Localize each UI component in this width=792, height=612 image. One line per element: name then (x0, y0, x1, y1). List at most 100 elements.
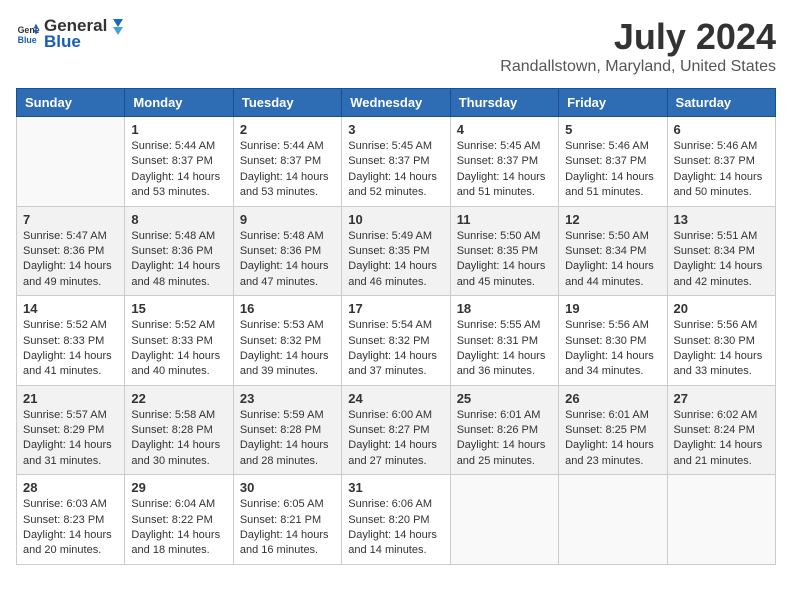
calendar-day-cell: 23 Sunrise: 5:59 AM Sunset: 8:28 PM Dayli… (233, 385, 341, 475)
calendar-day-cell: 25 Sunrise: 6:01 AM Sunset: 8:26 PM Dayli… (450, 385, 558, 475)
logo-triangle-icon (109, 17, 127, 35)
day-info: Sunrise: 5:48 AM Sunset: 8:36 PM Dayligh… (240, 229, 335, 291)
weekday-header-sunday: Sunday (17, 89, 125, 117)
calendar-day-cell: 9 Sunrise: 5:48 AM Sunset: 8:36 PM Daylig… (233, 206, 341, 296)
day-number: 27 (674, 391, 769, 406)
calendar-day-cell: 1 Sunrise: 5:44 AM Sunset: 8:37 PM Daylig… (125, 117, 233, 207)
day-info: Sunrise: 5:49 AM Sunset: 8:35 PM Dayligh… (348, 229, 443, 291)
header: General Blue General Blue July 2024 Rand… (16, 16, 776, 76)
day-number: 5 (565, 122, 660, 137)
day-info: Sunrise: 5:58 AM Sunset: 8:28 PM Dayligh… (131, 408, 226, 470)
calendar-day-cell: 22 Sunrise: 5:58 AM Sunset: 8:28 PM Dayli… (125, 385, 233, 475)
day-info: Sunrise: 6:01 AM Sunset: 8:26 PM Dayligh… (457, 408, 552, 470)
title-area: July 2024 Randallstown, Maryland, United… (500, 16, 776, 76)
day-info: Sunrise: 5:57 AM Sunset: 8:29 PM Dayligh… (23, 408, 118, 470)
calendar-day-cell: 6 Sunrise: 5:46 AM Sunset: 8:37 PM Daylig… (667, 117, 775, 207)
day-info: Sunrise: 5:45 AM Sunset: 8:37 PM Dayligh… (348, 139, 443, 201)
calendar-day-cell: 17Sunrise: 5:54 AM Sunset: 8:32 PM Dayli… (342, 296, 450, 386)
calendar-day-cell: 3 Sunrise: 5:45 AM Sunset: 8:37 PM Daylig… (342, 117, 450, 207)
day-info: Sunrise: 5:56 AM Sunset: 8:30 PM Dayligh… (565, 318, 660, 380)
calendar-week-row: 7 Sunrise: 5:47 AM Sunset: 8:36 PM Daylig… (17, 206, 776, 296)
day-number: 1 (131, 122, 226, 137)
day-info: Sunrise: 5:54 AM Sunset: 8:32 PM Dayligh… (348, 318, 443, 380)
calendar-day-cell: 15 Sunrise: 5:52 AM Sunset: 8:33 PM Dayli… (125, 296, 233, 386)
day-info: Sunrise: 5:56 AM Sunset: 8:30 PM Dayligh… (674, 318, 769, 380)
day-info: Sunrise: 5:47 AM Sunset: 8:36 PM Dayligh… (23, 229, 118, 291)
weekday-header-friday: Friday (559, 89, 667, 117)
calendar-day-cell: 2Sunrise: 5:44 AM Sunset: 8:37 PM Daylig… (233, 117, 341, 207)
day-number: 6 (674, 122, 769, 137)
day-number: 11 (457, 212, 552, 227)
day-number: 29 (131, 480, 226, 495)
day-number: 26 (565, 391, 660, 406)
location-subtitle: Randallstown, Maryland, United States (500, 58, 776, 76)
calendar-day-cell (17, 117, 125, 207)
day-info: Sunrise: 5:45 AM Sunset: 8:37 PM Dayligh… (457, 139, 552, 201)
calendar-day-cell: 30Sunrise: 6:05 AM Sunset: 8:21 PM Dayli… (233, 475, 341, 565)
day-info: Sunrise: 5:51 AM Sunset: 8:34 PM Dayligh… (674, 229, 769, 291)
weekday-header-saturday: Saturday (667, 89, 775, 117)
day-info: Sunrise: 5:53 AM Sunset: 8:32 PM Dayligh… (240, 318, 335, 380)
day-info: Sunrise: 5:48 AM Sunset: 8:36 PM Dayligh… (131, 229, 226, 291)
day-info: Sunrise: 5:55 AM Sunset: 8:31 PM Dayligh… (457, 318, 552, 380)
calendar-day-cell: 31Sunrise: 6:06 AM Sunset: 8:20 PM Dayli… (342, 475, 450, 565)
calendar-day-cell: 27Sunrise: 6:02 AM Sunset: 8:24 PM Dayli… (667, 385, 775, 475)
day-info: Sunrise: 5:50 AM Sunset: 8:35 PM Dayligh… (457, 229, 552, 291)
day-info: Sunrise: 6:01 AM Sunset: 8:25 PM Dayligh… (565, 408, 660, 470)
day-number: 19 (565, 301, 660, 316)
calendar-week-row: 14Sunrise: 5:52 AM Sunset: 8:33 PM Dayli… (17, 296, 776, 386)
calendar-week-row: 1 Sunrise: 5:44 AM Sunset: 8:37 PM Daylig… (17, 117, 776, 207)
day-number: 25 (457, 391, 552, 406)
calendar-day-cell: 11 Sunrise: 5:50 AM Sunset: 8:35 PM Dayli… (450, 206, 558, 296)
day-number: 12 (565, 212, 660, 227)
day-number: 22 (131, 391, 226, 406)
calendar-day-cell: 20Sunrise: 5:56 AM Sunset: 8:30 PM Dayli… (667, 296, 775, 386)
day-number: 15 (131, 301, 226, 316)
calendar-day-cell: 29 Sunrise: 6:04 AM Sunset: 8:22 PM Dayli… (125, 475, 233, 565)
calendar-day-cell (559, 475, 667, 565)
calendar-day-cell: 28 Sunrise: 6:03 AM Sunset: 8:23 PM Dayli… (17, 475, 125, 565)
day-info: Sunrise: 6:04 AM Sunset: 8:22 PM Dayligh… (131, 497, 226, 559)
calendar-day-cell: 4 Sunrise: 5:45 AM Sunset: 8:37 PM Daylig… (450, 117, 558, 207)
calendar-day-cell: 14Sunrise: 5:52 AM Sunset: 8:33 PM Dayli… (17, 296, 125, 386)
day-number: 18 (457, 301, 552, 316)
day-number: 16 (240, 301, 335, 316)
day-info: Sunrise: 5:44 AM Sunset: 8:37 PM Dayligh… (240, 139, 335, 201)
day-info: Sunrise: 6:03 AM Sunset: 8:23 PM Dayligh… (23, 497, 118, 559)
calendar-day-cell: 16 Sunrise: 5:53 AM Sunset: 8:32 PM Dayli… (233, 296, 341, 386)
calendar-table: SundayMondayTuesdayWednesdayThursdayFrid… (16, 88, 776, 565)
calendar-day-cell: 21 Sunrise: 5:57 AM Sunset: 8:29 PM Dayli… (17, 385, 125, 475)
day-info: Sunrise: 6:06 AM Sunset: 8:20 PM Dayligh… (348, 497, 443, 559)
day-info: Sunrise: 5:46 AM Sunset: 8:37 PM Dayligh… (674, 139, 769, 201)
day-number: 3 (348, 122, 443, 137)
day-info: Sunrise: 5:52 AM Sunset: 8:33 PM Dayligh… (131, 318, 226, 380)
day-info: Sunrise: 5:44 AM Sunset: 8:37 PM Dayligh… (131, 139, 226, 201)
calendar-day-cell: 13Sunrise: 5:51 AM Sunset: 8:34 PM Dayli… (667, 206, 775, 296)
day-number: 8 (131, 212, 226, 227)
calendar-day-cell (450, 475, 558, 565)
calendar-day-cell: 19 Sunrise: 5:56 AM Sunset: 8:30 PM Dayli… (559, 296, 667, 386)
day-number: 9 (240, 212, 335, 227)
logo-icon: General Blue (16, 22, 40, 46)
calendar-day-cell: 18 Sunrise: 5:55 AM Sunset: 8:31 PM Dayli… (450, 296, 558, 386)
day-info: Sunrise: 5:46 AM Sunset: 8:37 PM Dayligh… (565, 139, 660, 201)
calendar-day-cell: 10Sunrise: 5:49 AM Sunset: 8:35 PM Dayli… (342, 206, 450, 296)
weekday-header-tuesday: Tuesday (233, 89, 341, 117)
day-number: 28 (23, 480, 118, 495)
day-number: 7 (23, 212, 118, 227)
calendar-week-row: 28 Sunrise: 6:03 AM Sunset: 8:23 PM Dayli… (17, 475, 776, 565)
calendar-week-row: 21 Sunrise: 5:57 AM Sunset: 8:29 PM Dayli… (17, 385, 776, 475)
day-number: 4 (457, 122, 552, 137)
weekday-header-wednesday: Wednesday (342, 89, 450, 117)
weekday-header-monday: Monday (125, 89, 233, 117)
calendar-day-cell: 5 Sunrise: 5:46 AM Sunset: 8:37 PM Daylig… (559, 117, 667, 207)
day-number: 23 (240, 391, 335, 406)
day-number: 24 (348, 391, 443, 406)
weekday-header-row: SundayMondayTuesdayWednesdayThursdayFrid… (17, 89, 776, 117)
calendar-day-cell: 12Sunrise: 5:50 AM Sunset: 8:34 PM Dayli… (559, 206, 667, 296)
day-number: 21 (23, 391, 118, 406)
calendar-day-cell: 24Sunrise: 6:00 AM Sunset: 8:27 PM Dayli… (342, 385, 450, 475)
calendar-day-cell: 8 Sunrise: 5:48 AM Sunset: 8:36 PM Daylig… (125, 206, 233, 296)
svg-text:Blue: Blue (18, 35, 37, 45)
day-info: Sunrise: 5:59 AM Sunset: 8:28 PM Dayligh… (240, 408, 335, 470)
